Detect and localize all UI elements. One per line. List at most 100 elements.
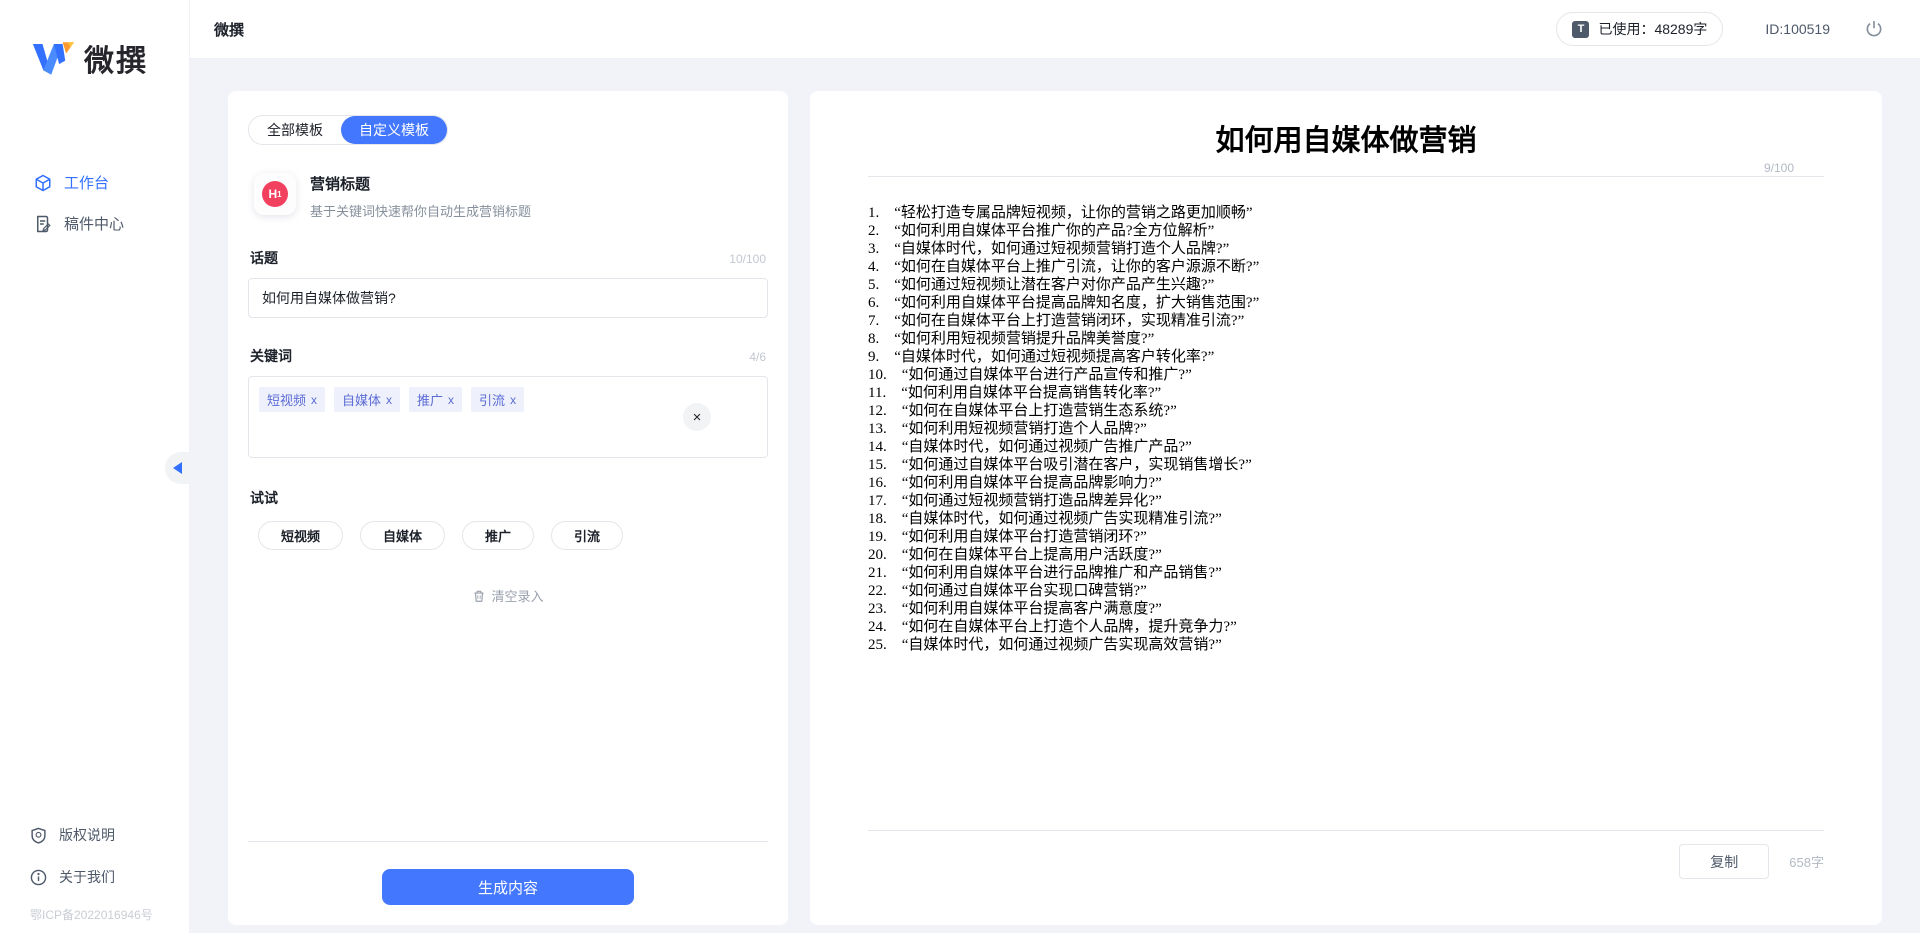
result-title: 如何用自媒体做营销 [868,117,1824,159]
generated-title-item: 7. “如何在自媒体平台上打造营销闭环，实现精准引流?” [868,312,1824,330]
result-counter: 9/100 [868,161,1824,175]
suggest-chip[interactable]: 短视频 [258,521,343,550]
clear-input-button[interactable]: 清空录入 [248,586,768,605]
item-text: “如何通过自媒体平台吸引潜在客户，实现销售增长?” [902,456,1252,474]
generated-title-item: 8. “如何利用短视频营销提升品牌美誉度?” [868,330,1824,348]
item-text: “如何利用短视频营销提升品牌美誉度?” [894,330,1154,348]
item-text: “自媒体时代，如何通过视频广告实现高效营销?” [902,636,1222,654]
keyword-tag[interactable]: 自媒体 x [334,387,400,412]
keyword-tags: 短视频 x 自媒体 x 推广 x [259,387,757,412]
item-text: “自媒体时代，如何通过视频广告推广产品?” [902,438,1192,456]
keyword-tag[interactable]: 引流 x [471,387,524,412]
item-number: 21. [868,564,887,582]
sidebar-item-workspace[interactable]: 工作台 [0,162,189,203]
divider [868,830,1824,831]
generated-title-item: 11. “如何利用自媒体平台提高销售转化率?” [868,384,1824,402]
item-text: “如何通过自媒体平台实现口碑营销?” [902,582,1147,600]
copyright-link[interactable]: 版权说明 [0,814,189,856]
item-number: 15. [868,456,887,474]
topbar-right: T 已使用：48289字 ID:100519 [1556,12,1884,46]
about-link[interactable]: 关于我们 [0,856,189,898]
suggest-chip[interactable]: 引流 [551,521,623,550]
keyword-tag[interactable]: 推广 x [409,387,462,412]
item-text: “轻松打造专属品牌短视频，让你的营销之路更加顺畅” [894,204,1252,222]
brand-name: 微撰 [84,36,148,80]
topic-field-header: 话题 10/100 [248,248,768,268]
logout-button[interactable] [1864,19,1884,39]
item-number: 8. [868,330,879,348]
item-number: 19. [868,528,887,546]
item-number: 16. [868,474,887,492]
generated-title-item: 21. “如何利用自媒体平台进行品牌推广和产品销售?” [868,564,1824,582]
keywords-input[interactable]: 短视频 x 自媒体 x 推广 x [248,376,768,458]
item-text: “如何利用短视频营销打造个人品牌?” [902,420,1147,438]
item-number: 14. [868,438,887,456]
sidebar-item-label: 稿件中心 [64,213,124,234]
topic-counter: 10/100 [729,252,766,266]
word-count-icon: T [1572,21,1589,38]
generated-title-item: 2. “如何利用自媒体平台推广你的产品?全方位解析” [868,222,1824,240]
sidebar-item-drafts[interactable]: 稿件中心 [0,203,189,244]
content-area: 全部模板 自定义模板 H1 营销标题 基于关键词快速帮你自动生成营销标题 话题 … [190,59,1920,933]
sidebar-nav: 工作台 稿件中心 [0,162,189,244]
footer-link-label: 版权说明 [59,825,115,845]
power-icon [1864,19,1884,39]
item-number: 24. [868,618,887,636]
keyword-tag-label: 自媒体 [342,390,381,409]
remove-tag-icon[interactable]: x [510,393,516,407]
generated-title-item: 5. “如何通过短视频让潜在客户对你产品产生兴趣?” [868,276,1824,294]
usage-badge[interactable]: T 已使用：48289字 [1556,12,1723,46]
item-text: “如何在自媒体平台上推广引流，让你的客户源源不断?” [894,258,1259,276]
template-title: 营销标题 [310,173,531,194]
item-number: 9. [868,348,879,366]
item-text: “如何在自媒体平台上打造个人品牌，提升竞争力?” [902,618,1237,636]
keyword-tag[interactable]: 短视频 x [259,387,325,412]
generated-title-item: 14. “自媒体时代，如何通过视频广告推广产品?” [868,438,1824,456]
generated-title-item: 13. “如何利用短视频营销打造个人品牌?” [868,420,1824,438]
result-footer: 复制 658字 [868,844,1824,879]
template-card[interactable]: H1 营销标题 基于关键词快速帮你自动生成营销标题 [248,173,768,220]
item-text: “自媒体时代，如何通过视频广告实现精准引流?” [902,510,1222,528]
tab-all-templates[interactable]: 全部模板 [249,116,341,144]
item-text: “如何利用自媒体平台进行品牌推广和产品销售?” [902,564,1222,582]
tab-custom-templates[interactable]: 自定义模板 [341,116,447,144]
item-text: “自媒体时代，如何通过短视频营销打造个人品牌?” [894,240,1229,258]
remove-tag-icon[interactable]: x [386,393,392,407]
suggest-chip[interactable]: 推广 [462,521,534,550]
clear-keywords-button[interactable]: × [683,403,711,431]
remove-tag-icon[interactable]: x [311,393,317,407]
word-count: 658字 [1789,852,1824,871]
item-number: 1. [868,204,879,222]
item-number: 7. [868,312,879,330]
page-title: 微撰 [214,19,244,40]
generated-title-item: 18. “自媒体时代，如何通过视频广告实现精准引流?” [868,510,1824,528]
generated-title-item: 20. “如何在自媒体平台上提高用户活跃度?” [868,546,1824,564]
item-number: 13. [868,420,887,438]
item-number: 2. [868,222,879,240]
clear-input-label: 清空录入 [491,586,543,605]
template-description: 基于关键词快速帮你自动生成营销标题 [310,201,531,220]
generated-title-item: 3. “自媒体时代，如何通过短视频营销打造个人品牌?” [868,240,1824,258]
remove-tag-icon[interactable]: x [448,393,454,407]
sidebar-footer: 版权说明 关于我们 鄂ICP备2022016946号 [0,814,189,933]
item-number: 18. [868,510,887,528]
suggest-label: 试试 [248,488,768,508]
generated-title-item: 12. “如何在自媒体平台上打造营销生态系统?” [868,402,1824,420]
item-number: 11. [868,384,886,402]
footer-link-label: 关于我们 [59,867,115,887]
item-number: 20. [868,546,887,564]
item-number: 4. [868,258,879,276]
sidebar-collapse-button[interactable] [165,452,189,484]
suggest-chip[interactable]: 自媒体 [360,521,445,550]
template-tabs: 全部模板 自定义模板 [248,115,448,145]
close-icon: × [693,409,702,426]
icp-license: 鄂ICP备2022016946号 [0,906,189,923]
app-root: 微撰 工作台 稿件中心 [0,0,1920,933]
topic-input[interactable] [248,278,768,318]
item-number: 6. [868,294,879,312]
generate-button[interactable]: 生成内容 [382,869,634,905]
copy-button[interactable]: 复制 [1679,844,1769,879]
sidebar: 微撰 工作台 稿件中心 [0,0,190,933]
generated-title-item: 24. “如何在自媒体平台上打造个人品牌，提升竞争力?” [868,618,1824,636]
generated-title-item: 9. “自媒体时代，如何通过短视频提高客户转化率?” [868,348,1824,366]
